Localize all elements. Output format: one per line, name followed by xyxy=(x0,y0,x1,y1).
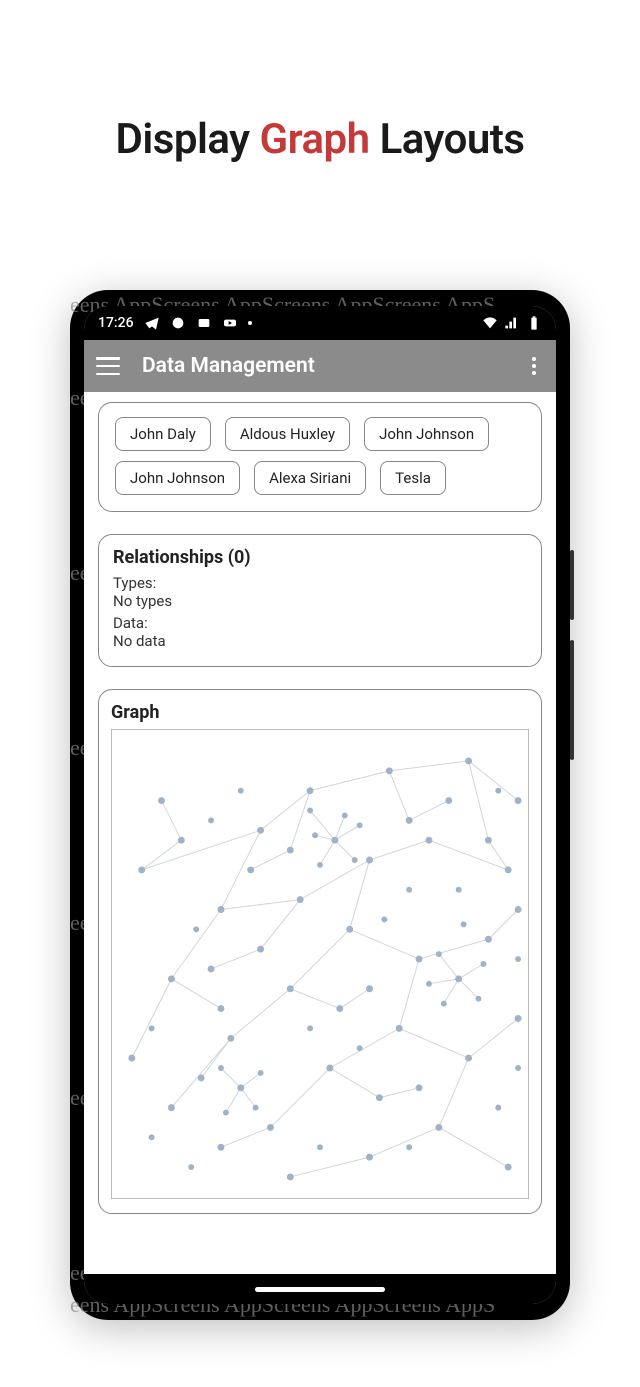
graph-nodes xyxy=(128,757,521,1180)
news-icon xyxy=(196,315,212,331)
telegram-icon xyxy=(144,315,160,331)
graph-edges xyxy=(132,761,518,1177)
relationships-title: Relationships (0) xyxy=(113,547,527,568)
nav-bar xyxy=(84,1274,556,1304)
status-bar: 17:26 xyxy=(84,306,556,340)
entity-chip[interactable]: Tesla xyxy=(380,461,446,495)
youtube-icon xyxy=(222,315,238,331)
battery-icon xyxy=(526,315,542,331)
entity-chip[interactable]: Aldous Huxley xyxy=(225,417,350,451)
entity-chip[interactable]: John Johnson xyxy=(364,417,489,451)
app-bar: Data Management xyxy=(84,340,556,392)
types-value: No types xyxy=(113,592,527,610)
graph-svg xyxy=(112,730,528,1198)
entity-chip[interactable]: John Daly xyxy=(115,417,211,451)
content-area: John Daly Aldous Huxley John Johnson Joh… xyxy=(84,392,556,1274)
types-label: Types: xyxy=(113,574,527,592)
entities-card: John Daly Aldous Huxley John Johnson Joh… xyxy=(98,402,542,512)
signal-icon xyxy=(504,315,520,331)
chips-row: John Daly Aldous Huxley John Johnson Joh… xyxy=(115,417,525,495)
headline-part1: Display xyxy=(116,115,260,164)
headline-part2: Layouts xyxy=(370,115,525,164)
status-dot-icon xyxy=(248,321,252,325)
menu-icon[interactable] xyxy=(96,357,120,375)
home-indicator[interactable] xyxy=(255,1287,385,1292)
overflow-menu-icon[interactable] xyxy=(524,357,544,375)
wifi-icon xyxy=(482,315,498,331)
headline-accent: Graph xyxy=(259,115,369,164)
phone-screen: 17:26 Data Management John Daly xyxy=(84,306,556,1304)
phone-side-button xyxy=(570,640,574,760)
graph-title: Graph xyxy=(111,702,529,723)
entity-chip[interactable]: Alexa Siriani xyxy=(254,461,366,495)
entity-chip[interactable]: John Johnson xyxy=(115,461,240,495)
status-time: 17:26 xyxy=(98,315,134,331)
relationships-card: Relationships (0) Types: No types Data: … xyxy=(98,534,542,667)
page-headline: Display Graph Layouts xyxy=(0,0,640,164)
reddit-icon xyxy=(170,315,186,331)
phone-side-button xyxy=(570,550,574,620)
data-label: Data: xyxy=(113,614,527,632)
data-value: No data xyxy=(113,632,527,650)
phone-frame: eens AppScreens AppScreens AppScreens Ap… xyxy=(70,290,570,1320)
graph-card: Graph xyxy=(98,689,542,1214)
app-title: Data Management xyxy=(142,354,502,378)
graph-canvas[interactable] xyxy=(111,729,529,1199)
